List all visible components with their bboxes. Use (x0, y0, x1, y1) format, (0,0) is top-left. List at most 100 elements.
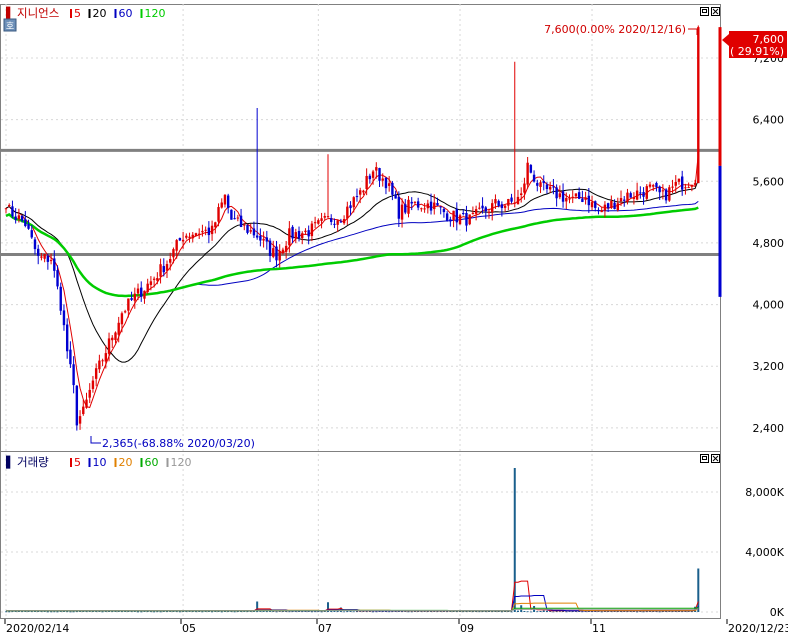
volume-bar (388, 611, 391, 613)
candle-body (185, 235, 188, 238)
candle-body (17, 215, 21, 220)
candle-body (223, 194, 227, 205)
candle-body (391, 182, 394, 195)
candle-body (520, 193, 523, 196)
candle-body (561, 191, 565, 202)
candle-body (98, 360, 101, 370)
volume-bar (375, 611, 378, 613)
candle-body (613, 202, 616, 210)
candle-body (594, 201, 597, 208)
candle-body (62, 310, 66, 326)
candle-body (243, 224, 246, 226)
candle-body (491, 203, 494, 213)
volume-bar (156, 611, 159, 613)
candle-body (301, 233, 304, 239)
candle-body (278, 250, 281, 261)
candle-body (436, 203, 439, 206)
candle-body (465, 212, 468, 226)
candle-body (387, 183, 391, 186)
candle-body (462, 213, 465, 215)
candle-body (610, 200, 613, 208)
volume-bar (314, 611, 317, 613)
legend-swatch (88, 9, 91, 18)
candle-body (107, 338, 111, 354)
legend-swatch (114, 9, 117, 18)
volume-bar (410, 611, 413, 613)
stock-name: 지니언스 (17, 6, 59, 20)
candle-body (481, 205, 484, 209)
last-price-pointer (722, 34, 729, 46)
volume-bar (600, 611, 603, 613)
volume-bar (233, 611, 236, 613)
volume-bar (243, 611, 246, 613)
candle-body (288, 228, 291, 246)
volume-bar (529, 611, 532, 613)
candle-body (539, 182, 542, 187)
maximize-icon[interactable] (700, 454, 709, 463)
candle-body (587, 195, 591, 206)
candle-body (500, 204, 504, 209)
candle-body (355, 196, 359, 198)
candle-body (272, 248, 275, 257)
candle-body (619, 198, 623, 202)
legend-label: 5 (74, 456, 81, 469)
volume-bar (478, 611, 481, 613)
candle-body (690, 184, 694, 187)
candle-body (478, 207, 481, 209)
candle-body (565, 197, 568, 202)
candle-body (323, 216, 326, 218)
volume-bar (510, 611, 513, 613)
chart-canvas: 2,4003,2004,0004,8005,6006,4007,200 0K4,… (0, 4, 788, 635)
volume-bar (294, 611, 297, 613)
volume-bar (523, 611, 526, 612)
price-axis: 2,4003,2004,0004,8005,6006,4007,200 (753, 52, 785, 435)
candle-body (130, 298, 133, 300)
volume-bar (288, 611, 291, 613)
volume-bar (574, 611, 577, 612)
candle-body (143, 290, 146, 299)
candle-body (313, 222, 317, 224)
volume-title: 거래량 (17, 455, 49, 469)
candle-body (49, 260, 53, 262)
candle-body (668, 187, 671, 201)
volume-bar (153, 611, 156, 613)
candle-body (252, 228, 256, 236)
volume-bar (372, 611, 375, 613)
volume-bar (552, 611, 555, 613)
candle-body (645, 186, 648, 199)
candle-body (326, 216, 330, 218)
candle-body (439, 206, 442, 208)
candle-body (548, 186, 552, 190)
volume-bar (211, 611, 214, 613)
candle-body (400, 204, 404, 220)
volume-bar (558, 611, 561, 613)
candle-body (146, 283, 149, 293)
candle-body (635, 190, 639, 200)
volume-bar (404, 611, 407, 613)
volume-bar (53, 611, 56, 613)
volume-bar (642, 611, 645, 613)
candle-body (352, 197, 355, 208)
maximize-icon[interactable] (700, 7, 709, 16)
candle-body (423, 208, 426, 210)
candle-body (65, 324, 69, 352)
candle-body (577, 192, 581, 199)
candle-body (117, 322, 120, 335)
candle-body (111, 337, 114, 341)
volume-bar (159, 611, 162, 613)
candle-body (201, 230, 204, 233)
candle-body (336, 220, 339, 225)
candle-body (127, 298, 130, 311)
candle-body (8, 204, 11, 207)
candle-body (445, 213, 449, 221)
volume-bar (542, 610, 545, 612)
legend-label: 120 (145, 7, 166, 20)
candle-body (558, 193, 562, 198)
legend-label: 20 (119, 456, 133, 469)
candle-body (513, 202, 516, 204)
candle-body (455, 208, 458, 223)
volume-bar (462, 611, 465, 613)
price-tick-label: 4,800 (753, 237, 785, 250)
volume-bar (140, 611, 143, 613)
candle-body (265, 237, 269, 242)
